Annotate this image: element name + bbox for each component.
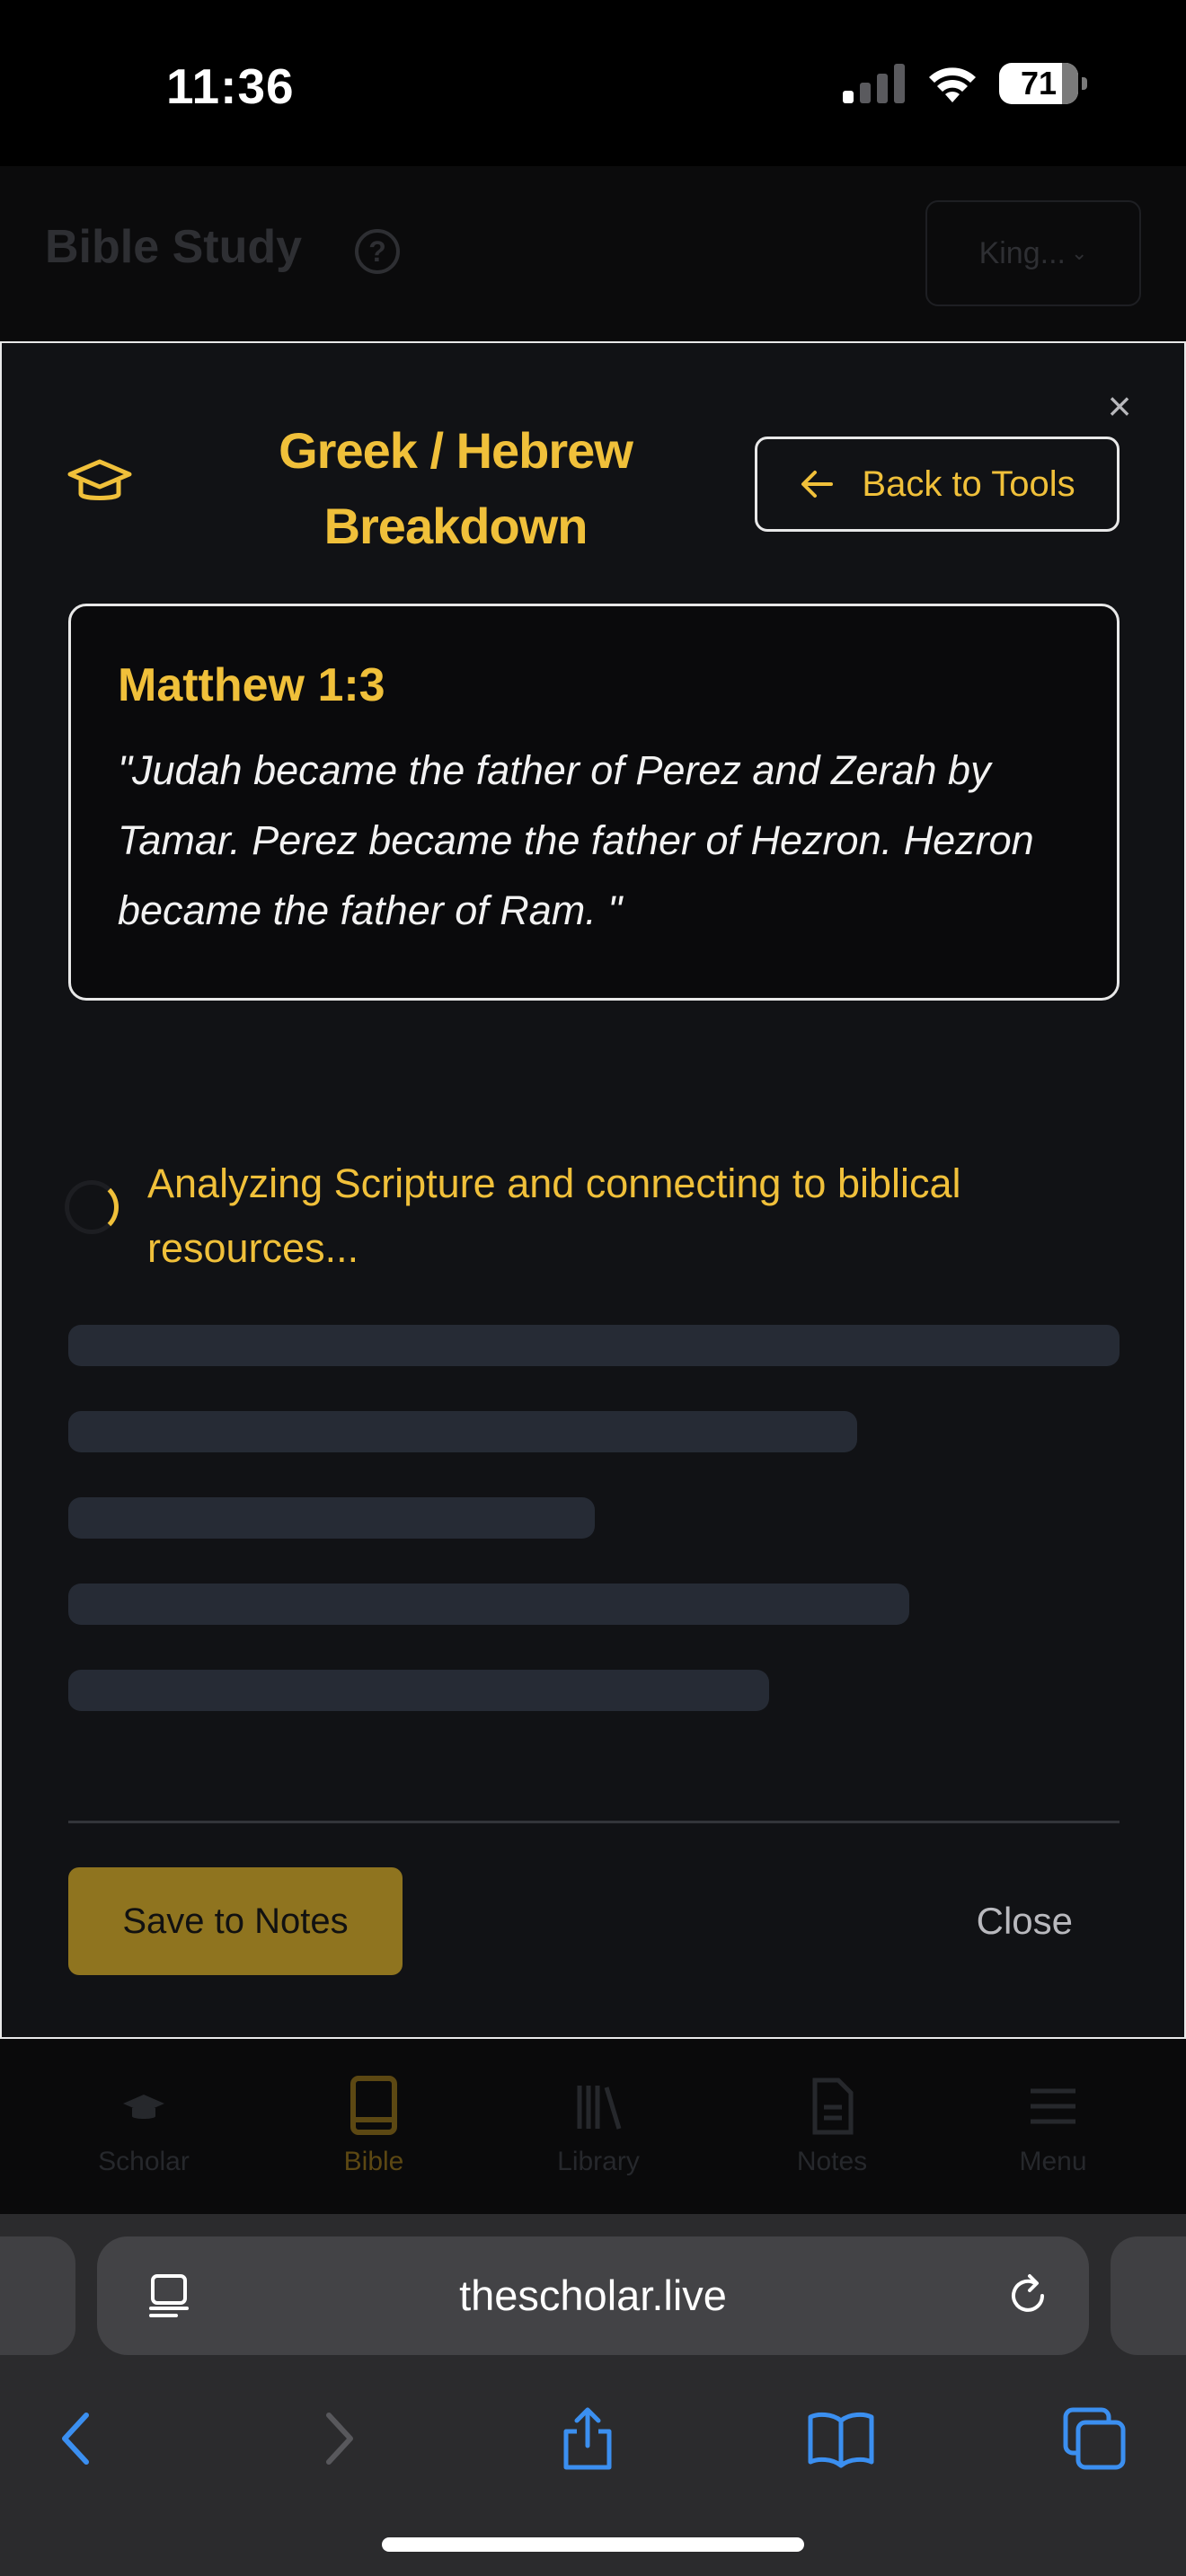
save-to-notes-button[interactable]: Save to Notes	[68, 1867, 403, 1975]
forward-icon[interactable]	[302, 2403, 374, 2475]
close-button[interactable]: Close	[977, 1867, 1073, 1975]
tab-label: Scholar	[98, 2147, 190, 2176]
reload-icon[interactable]	[1003, 2271, 1053, 2321]
loading-indicator: Analyzing Scripture and connecting to bi…	[65, 1151, 1125, 1281]
bible-version-select[interactable]: King... ⌄	[925, 200, 1141, 306]
verse-reference: Matthew 1:3	[118, 659, 385, 711]
back-to-tools-label: Back to Tools	[862, 463, 1075, 504]
share-icon[interactable]	[552, 2403, 624, 2475]
tab-label: Menu	[1019, 2147, 1087, 2176]
tab-bible[interactable]: Bible	[284, 2075, 464, 2177]
loading-text: Analyzing Scripture and connecting to bi…	[147, 1160, 961, 1271]
battery-level: 71	[1020, 65, 1058, 101]
tab-label: Library	[557, 2147, 640, 2176]
version-label: King...	[978, 235, 1066, 270]
app-header: Bible Study ? King... ⌄	[0, 166, 1186, 341]
tab-notes[interactable]: Notes	[742, 2075, 922, 2177]
browser-nav-row	[0, 2385, 1186, 2483]
bottom-tab-bar: Scholar Bible Library Notes Menu	[0, 2039, 1186, 2214]
previous-tab-preview[interactable]	[0, 2236, 75, 2355]
close-icon[interactable]: ×	[1102, 385, 1137, 427]
battery-icon: 71	[999, 63, 1087, 104]
tab-label: Bible	[343, 2147, 404, 2176]
home-indicator	[382, 2537, 804, 2552]
status-time: 11:36	[166, 58, 295, 114]
notes-icon	[812, 2078, 854, 2135]
back-to-tools-button[interactable]: Back to Tools	[755, 437, 1120, 532]
tab-scholar[interactable]: Scholar	[54, 2075, 234, 2177]
spinner-icon	[65, 1180, 119, 1234]
help-icon[interactable]: ?	[355, 229, 400, 274]
book-icon	[350, 2076, 397, 2135]
tab-label: Notes	[796, 2147, 868, 2176]
greek-hebrew-modal: × Greek / Hebrew Breakdown Back to Tools…	[0, 341, 1186, 2039]
skeleton-line	[68, 1411, 857, 1452]
verse-card: Matthew 1:3 "Judah became the father of …	[68, 604, 1120, 1001]
skeleton-line	[68, 1325, 1120, 1366]
skeleton-line	[68, 1497, 595, 1539]
tabs-icon[interactable]	[1058, 2403, 1130, 2475]
status-icons: 71	[843, 63, 1087, 104]
bookmarks-icon[interactable]	[805, 2403, 877, 2475]
tab-menu[interactable]: Menu	[963, 2075, 1143, 2177]
skeleton-line	[68, 1670, 769, 1711]
chevron-down-icon: ⌄	[1070, 242, 1088, 264]
url-text: thescholar.live	[459, 2272, 727, 2319]
verse-text: "Judah became the father of Perez and Ze…	[118, 747, 1034, 933]
next-tab-preview[interactable]	[1111, 2236, 1186, 2355]
skeleton-line	[68, 1584, 909, 1625]
signal-icon	[843, 64, 905, 103]
arrow-left-icon	[801, 471, 834, 498]
app-title: Bible Study	[45, 221, 303, 273]
modal-divider	[68, 1821, 1120, 1823]
status-bar: 11:36 71	[0, 0, 1186, 166]
wifi-icon	[929, 67, 976, 102]
graduation-cap-icon	[67, 459, 132, 500]
back-icon[interactable]	[41, 2403, 113, 2475]
tab-library[interactable]: Library	[509, 2075, 688, 2177]
browser-toolbar: thescholar.live	[0, 2214, 1186, 2576]
modal-title: Greek / Hebrew Breakdown	[279, 422, 633, 554]
library-icon	[577, 2086, 622, 2130]
graduation-cap-icon	[123, 2095, 164, 2119]
address-bar[interactable]: thescholar.live	[97, 2236, 1089, 2355]
menu-icon	[1031, 2088, 1075, 2124]
